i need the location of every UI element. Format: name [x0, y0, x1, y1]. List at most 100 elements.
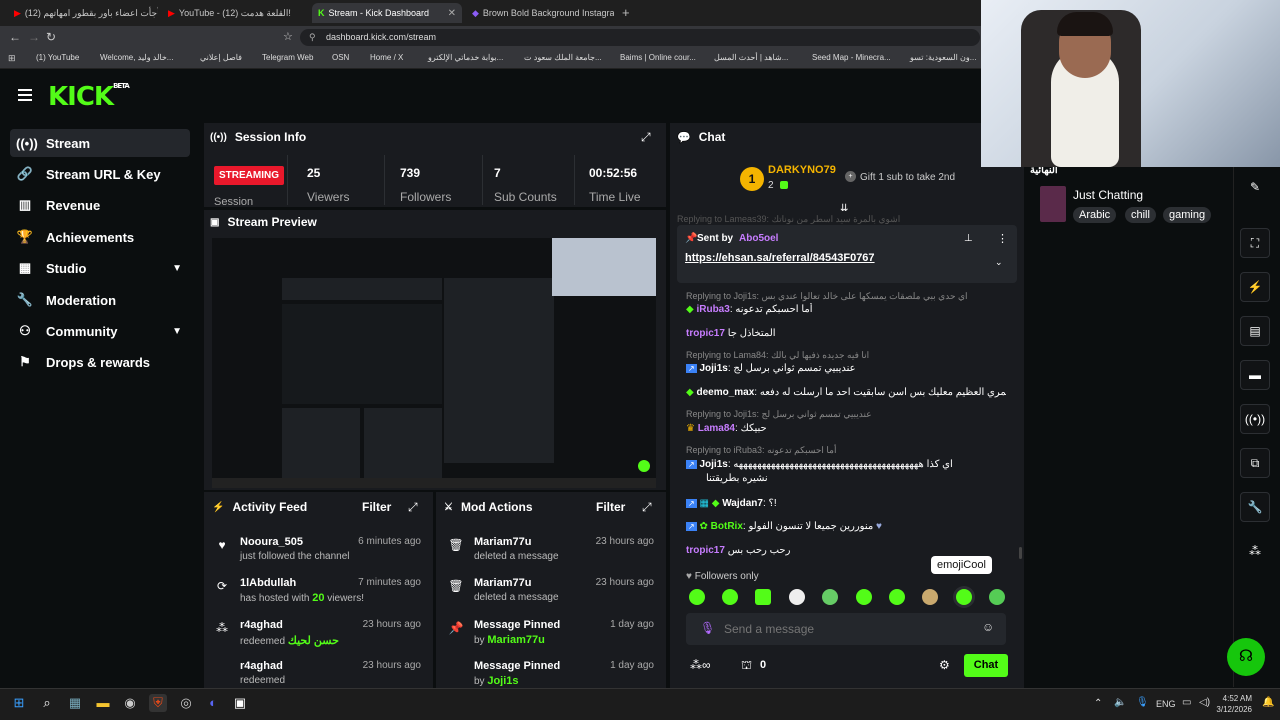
mod-by-user[interactable]: Joji1s [487, 675, 518, 686]
search-icon[interactable]: ⌕ [38, 694, 56, 712]
chat-scrollbar[interactable] [1019, 547, 1022, 559]
browser-tab-3[interactable]: K Stream - Kick Dashboard ✕ [312, 3, 462, 23]
chevron-down-icon[interactable]: ▼ [172, 263, 182, 274]
bookmark-item[interactable]: Telegram Web [262, 53, 313, 62]
chevron-down-icon[interactable]: ⌄ [995, 257, 1003, 268]
edit-icon[interactable]: ✎ [1240, 172, 1270, 202]
expand-icon[interactable]: ⤢ [642, 500, 652, 515]
store-icon[interactable]: ⛫ [741, 658, 752, 674]
volume-icon[interactable]: 🔈 [1114, 697, 1126, 708]
unpin-icon[interactable]: ⊥ [964, 233, 973, 244]
chat-username[interactable]: BotRix [711, 521, 743, 532]
category-thumbnail[interactable] [1040, 186, 1066, 222]
clock-date[interactable]: 3/12/2026 [1214, 705, 1252, 714]
tray-chevron-icon[interactable]: ⌃ [1094, 698, 1102, 709]
points-icon[interactable]: ⁂ [1240, 536, 1270, 566]
browser-tab-4[interactable]: ◆ Brown Bold Background Instagram P [466, 3, 614, 23]
emote-button[interactable] [856, 589, 872, 605]
emoji-picker-icon[interactable]: ☺ [982, 620, 994, 634]
activity-user[interactable]: r4aghad [240, 660, 283, 672]
back-icon[interactable]: ← [9, 30, 21, 44]
chat-settings-icon[interactable]: ⚙ [939, 658, 950, 672]
bookmark-item[interactable]: Seed Map - Minecra... [812, 53, 891, 62]
chat-bubble-icon[interactable]: ▬ [1240, 360, 1270, 390]
chat-username[interactable]: Wajdan7 [722, 498, 763, 509]
chat-username[interactable]: Joji1s [699, 459, 727, 470]
activity-user[interactable]: Nooura_505 [240, 536, 303, 548]
discord-icon[interactable]: ◐ [204, 694, 222, 712]
emote-button[interactable] [755, 589, 771, 605]
menu-icon[interactable] [18, 89, 32, 101]
chat-username[interactable]: tropic17 [686, 545, 725, 556]
chat-username[interactable]: Lama84 [698, 423, 735, 434]
mod-by-user[interactable]: Mariam77u [487, 634, 544, 646]
emote-button[interactable] [722, 589, 738, 605]
category-name[interactable]: Just Chatting [1073, 188, 1143, 202]
chromium-icon[interactable]: ◎ [177, 694, 195, 712]
bookmark-item[interactable]: OSN [332, 53, 349, 62]
top-gifter-name[interactable]: DARKYNO79 [768, 164, 836, 176]
chat-username[interactable]: tropic17 [686, 328, 725, 339]
sidebar-item-achievements[interactable]: 🏆 Achievements [10, 223, 190, 251]
mod-user[interactable]: Mariam77u [474, 536, 531, 548]
activity-user[interactable]: 1lAbdullah [240, 577, 296, 589]
chat-username[interactable]: iRuba3 [696, 304, 729, 315]
clock-time[interactable]: 4:52 AM [1222, 694, 1252, 703]
fullscreen-toggle-icon[interactable]: ⛶ [1240, 228, 1270, 258]
bookmark-item[interactable]: (1) YouTube [36, 53, 79, 62]
support-headset-icon[interactable]: ☊ [1227, 638, 1265, 676]
pinned-link[interactable]: https://ehsan.sa/referral/84543F0767 [685, 252, 875, 264]
layout-icon[interactable]: ⧉ [1240, 448, 1270, 478]
bookmark-item[interactable]: Welcome, خالد وليد... [100, 53, 173, 62]
emote-cool-button[interactable] [956, 589, 972, 605]
document-icon[interactable]: ▤ [1240, 316, 1270, 346]
close-tab-icon[interactable]: ✕ [448, 8, 456, 19]
sidebar-item-moderation[interactable]: 🔧 Moderation [10, 286, 190, 314]
site-info-icon[interactable]: ⚲ [309, 32, 316, 43]
mic-tray-icon[interactable]: 🎙 [1136, 697, 1149, 708]
microphone-icon[interactable]: 🎙 [700, 621, 715, 635]
bookmark-item[interactable]: شاهد | أحدث المسل... [714, 53, 788, 62]
bolt-icon[interactable]: ⚡ [1240, 272, 1270, 302]
more-options-icon[interactable]: ⋮ [997, 232, 1008, 245]
stream-preview-video[interactable] [212, 238, 656, 488]
emote-button[interactable] [822, 589, 838, 605]
speaker-icon[interactable]: ◁) [1199, 697, 1210, 708]
bookmark-item[interactable]: Home / X [370, 53, 403, 62]
tag-chip[interactable]: gaming [1163, 207, 1212, 223]
emote-button[interactable] [689, 589, 705, 605]
gallery-icon[interactable]: ▦ [66, 694, 84, 712]
emote-button[interactable] [922, 589, 938, 605]
emote-button[interactable] [789, 589, 805, 605]
file-explorer-icon[interactable]: ▬ [94, 694, 112, 712]
gift-sub-prompt[interactable]: Gift 1 sub to take 2nd [860, 172, 955, 183]
tag-chip[interactable]: Arabic [1073, 207, 1117, 223]
sidebar-item-stream[interactable]: ((•)) Stream [10, 129, 190, 157]
new-tab-icon[interactable]: + [622, 5, 630, 20]
network-icon[interactable]: ▭ [1182, 697, 1191, 708]
bookmark-item[interactable]: فاصل إعلاني [200, 53, 242, 62]
language-indicator[interactable]: ENG [1156, 699, 1176, 709]
chat-send-button[interactable]: Chat [964, 654, 1008, 677]
apps-grid-icon[interactable]: ⊞ [8, 53, 16, 64]
browser-tab-1[interactable]: ▶ (12) فأجأت اعضاء باور بقطور امهاتهم [8, 3, 158, 23]
bookmark-item[interactable]: ون السعودية: تسو... [910, 53, 976, 62]
bookmark-item[interactable]: Baims | Online cour... [620, 53, 696, 62]
notification-bell-icon[interactable]: 🔔 [1262, 697, 1274, 708]
activity-user[interactable]: r4aghad [240, 619, 283, 631]
chat-message-input[interactable] [724, 620, 974, 638]
start-icon[interactable]: ⊞ [10, 694, 28, 712]
bookmark-star-icon[interactable]: ☆ [283, 30, 293, 43]
mod-user[interactable]: Mariam77u [474, 577, 531, 589]
tag-chip[interactable]: chill [1125, 207, 1156, 223]
browser-tab-2[interactable]: ▶ YouTube - (12) القلعة هدمت! [162, 3, 310, 23]
channel-points-icon[interactable]: ⁂∞ [690, 658, 711, 672]
chevron-down-icon[interactable]: ▼ [172, 326, 182, 337]
chat-username[interactable]: Joji1s [699, 363, 727, 374]
url-input[interactable]: ⚲ dashboard.kick.com/stream [300, 29, 980, 46]
scroll-down-icon[interactable]: ⇊ [840, 203, 848, 214]
broadcast-icon[interactable]: ((•)) [1240, 404, 1270, 434]
bookmark-item[interactable]: جامعة الملك سعود ت... [524, 53, 602, 62]
emote-button[interactable] [989, 589, 1005, 605]
kick-logo[interactable]: KICKBETA [48, 82, 130, 112]
